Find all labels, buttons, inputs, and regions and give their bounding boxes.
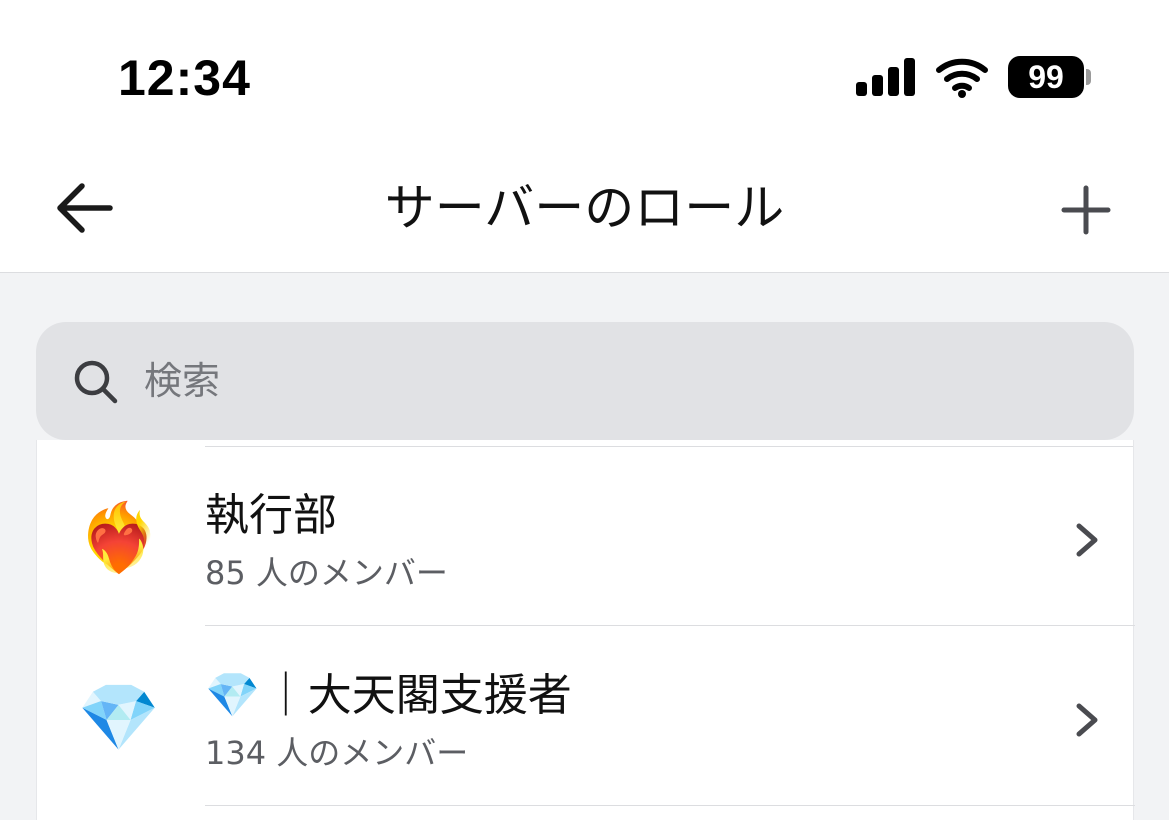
search-icon — [74, 360, 118, 404]
role-name: 💎｜大天閣支援者 — [205, 668, 572, 724]
page-title: サーバーのロール — [384, 179, 785, 237]
chevron-right-icon — [1076, 703, 1098, 737]
gem-icon: 💎 — [205, 670, 260, 721]
cellular-signal-icon — [856, 58, 916, 96]
role-name: 執行部 — [205, 488, 337, 544]
search-input[interactable] — [144, 322, 1104, 440]
role-member-count: 134 人のメンバー — [205, 734, 469, 772]
role-row-supporter[interactable]: 💎 💎｜大天閣支援者 134 人のメンバー — [37, 626, 1135, 806]
role-member-count: 85 人のメンバー — [205, 554, 448, 592]
role-name-text: 執行部 — [205, 490, 337, 541]
chevron-right-icon — [1076, 523, 1098, 557]
status-bar: 12:34 99 — [0, 0, 1169, 140]
plus-icon[interactable] — [1056, 180, 1116, 240]
wifi-icon — [936, 58, 988, 98]
navigation-header: サーバーのロール — [0, 140, 1169, 273]
row-divider — [205, 805, 1135, 806]
role-name-text: ｜大天閣支援者 — [263, 670, 572, 721]
battery-nub — [1086, 69, 1091, 85]
battery-indicator: 99 — [1008, 56, 1084, 98]
heart-on-fire-icon: ❤️‍🔥 — [77, 499, 161, 576]
search-box[interactable] — [36, 322, 1134, 440]
back-arrow-icon[interactable] — [50, 178, 120, 238]
gem-icon: 💎 — [77, 679, 161, 756]
role-row-executive[interactable]: ❤️‍🔥 執行部 85 人のメンバー — [37, 446, 1135, 626]
status-time: 12:34 — [118, 50, 251, 106]
roles-list: ❤️‍🔥 執行部 85 人のメンバー 💎 💎｜大天閣支援者 134 人のメンバー — [36, 440, 1135, 820]
